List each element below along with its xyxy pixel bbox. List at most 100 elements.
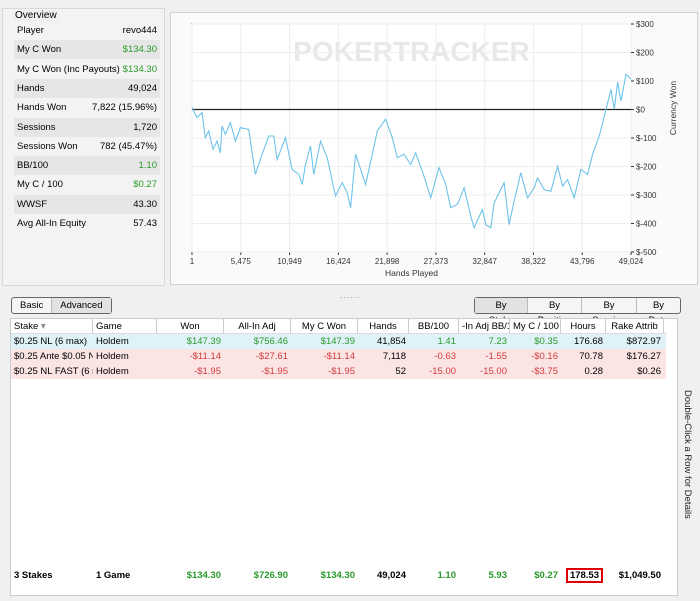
column-header[interactable]: Hours bbox=[561, 319, 606, 333]
column-header[interactable]: My C Won bbox=[291, 319, 358, 333]
table-cell: 70.78 bbox=[579, 351, 603, 362]
column-header-label: My C / 100 bbox=[513, 321, 559, 332]
total-cell: 5.93 bbox=[459, 568, 510, 583]
table-cell: $0.26 bbox=[637, 366, 661, 377]
y-tick-label: $100 bbox=[636, 77, 654, 86]
view-toggle: Basic Advanced bbox=[11, 297, 112, 314]
total-cell: 3 Stakes bbox=[11, 568, 93, 583]
overview-label: Hands bbox=[17, 82, 45, 94]
overview-label: Sessions bbox=[17, 121, 56, 133]
overview-value: revo444 bbox=[122, 25, 157, 36]
overview-value: $134.30 bbox=[122, 63, 157, 75]
overview-row: My C Won $134.30 bbox=[14, 40, 160, 60]
total-cell: $726.90 bbox=[224, 568, 291, 583]
hours-total-highlighted: 178.53 bbox=[565, 568, 603, 583]
table-cell: -$3.75 bbox=[531, 366, 558, 377]
column-header[interactable]: BB/100 bbox=[409, 319, 459, 333]
table-cell: $0.25 NL (6 max) bbox=[14, 336, 88, 347]
overview-label: Player bbox=[17, 25, 44, 36]
table-cell: $0.35 bbox=[534, 336, 558, 347]
splitter-handle[interactable]: ...... bbox=[340, 290, 361, 300]
overview-row: Hands Won 7,822 (15.96%) bbox=[14, 98, 160, 117]
column-header-label: Stake bbox=[14, 321, 39, 332]
by-stake-button[interactable]: By Stake bbox=[475, 298, 528, 326]
column-header[interactable]: Stake ▾ bbox=[11, 319, 93, 333]
table-cell: 7.23 bbox=[488, 336, 508, 347]
total-cell: $134.30 bbox=[291, 568, 358, 583]
stats-table: Stake ▾ Game Won All-In Adj My C Won Hands BB/… bbox=[10, 318, 678, 596]
table-cell: $176.27 bbox=[626, 351, 661, 362]
x-tick-label: 38,322 bbox=[521, 257, 546, 266]
table-cell: $147.39 bbox=[320, 336, 355, 347]
y-tick-label: $-400 bbox=[636, 220, 657, 229]
overview-row: Player revo444 bbox=[14, 21, 160, 40]
total-cell: 178.53 bbox=[561, 568, 606, 583]
x-tick-label: 49,024 bbox=[619, 257, 644, 266]
y-tick-label: $200 bbox=[636, 49, 654, 58]
table-cell: 7,118 bbox=[382, 351, 406, 362]
total-value: 5.93 bbox=[488, 570, 508, 581]
overview-row: Sessions Won 782 (45.47%) bbox=[14, 137, 160, 156]
column-header[interactable]: Won bbox=[157, 319, 224, 333]
table-cell: -$1.95 bbox=[328, 366, 355, 377]
total-value: $134.30 bbox=[320, 570, 355, 581]
overview-row: My C Won (Inc Payouts) $134.30 bbox=[14, 60, 160, 79]
table-cell: -$1.95 bbox=[194, 366, 221, 377]
table-cell: Holdem bbox=[96, 366, 129, 377]
total-cell: $134.30 bbox=[157, 568, 224, 583]
advanced-button[interactable]: Advanced bbox=[52, 298, 111, 313]
sort-chevron-down-icon: ▾ bbox=[38, 321, 46, 332]
total-cell: $0.27 bbox=[510, 568, 561, 583]
column-header-label: All-In Adj bbox=[238, 321, 276, 332]
by-position-button[interactable]: By Position bbox=[528, 298, 582, 326]
column-header-label: Rake Attrib bbox=[611, 321, 658, 332]
overview-row: Avg All-In Equity 57.43 bbox=[14, 214, 160, 233]
overview-label: Hands Won bbox=[17, 102, 67, 114]
overview-value: $0.27 bbox=[133, 179, 157, 191]
group-by-toggle: By Stake By Position By Session By Date bbox=[474, 297, 681, 326]
y-tick-label: $0 bbox=[636, 106, 645, 115]
y-tick-label: $-500 bbox=[636, 248, 657, 257]
x-tick-label: 32,847 bbox=[472, 257, 497, 266]
column-header-label: My C Won bbox=[301, 321, 347, 332]
x-tick-label: 21,898 bbox=[375, 257, 400, 266]
column-header[interactable]: Hands bbox=[358, 319, 409, 333]
by-session-button[interactable]: By Session bbox=[582, 298, 637, 326]
table-cell: Holdem bbox=[96, 336, 129, 347]
total-value: 1 Game bbox=[96, 570, 131, 581]
chart-svg: POKERTRACKER 1 5,475 10,949 16,424 21,898 27,3… bbox=[190, 20, 678, 278]
totals-row: 3 Stakes 1 Game $134.30 $726.90 $134.30 49,02… bbox=[11, 568, 666, 583]
x-axis-label: Hands Played bbox=[385, 268, 438, 278]
overview-title: Overview bbox=[13, 10, 59, 21]
table-cell: $0.25 Ante $0.05 NL (6 max) bbox=[14, 351, 93, 362]
overview-label: My C Won bbox=[17, 44, 62, 56]
table-cell: 1.41 bbox=[437, 336, 457, 347]
column-header-label: BB/100 bbox=[417, 321, 450, 332]
column-header[interactable]: -In Adj BB/1 bbox=[459, 319, 510, 333]
y-tick-label: $-200 bbox=[636, 163, 657, 172]
table-cell: 52 bbox=[395, 366, 406, 377]
overview-row: My C / 100 $0.27 bbox=[14, 175, 160, 194]
y-axis-label: Currency Won bbox=[668, 81, 678, 135]
by-date-button[interactable]: By Date bbox=[637, 298, 680, 326]
total-value: 1.10 bbox=[437, 570, 457, 581]
column-header-label: Won bbox=[180, 321, 200, 332]
column-header[interactable]: Game bbox=[93, 319, 157, 333]
table-row[interactable]: $0.25 NL FAST (6 max)Holdem -$1.95 -$1.95 -… bbox=[11, 364, 666, 379]
column-header[interactable]: Rake Attrib bbox=[606, 319, 664, 333]
basic-button[interactable]: Basic bbox=[12, 298, 53, 313]
column-header-label: Hands bbox=[369, 321, 397, 332]
table-row[interactable]: $0.25 Ante $0.05 NL (6 max)Holdem -$11.14… bbox=[11, 349, 666, 364]
overview-row: Hands 49,024 bbox=[14, 78, 160, 98]
table-row[interactable]: $0.25 NL (6 max) Holdem $147.39 $756.46 $147… bbox=[11, 334, 666, 349]
column-header[interactable]: My C / 100 bbox=[510, 319, 561, 333]
double-click-hint: Double-Click a Row for Details bbox=[682, 390, 693, 519]
total-value: $134.30 bbox=[186, 570, 221, 581]
table-cell: Holdem bbox=[96, 351, 129, 362]
table-cell: 41,854 bbox=[376, 336, 406, 347]
overview-label: Avg All-In Equity bbox=[17, 218, 87, 229]
table-cell: $872.97 bbox=[626, 336, 661, 347]
column-header[interactable]: All-In Adj bbox=[224, 319, 291, 333]
table-cell: -$1.95 bbox=[261, 366, 288, 377]
overview-row: WWSF 43.30 bbox=[14, 194, 160, 214]
